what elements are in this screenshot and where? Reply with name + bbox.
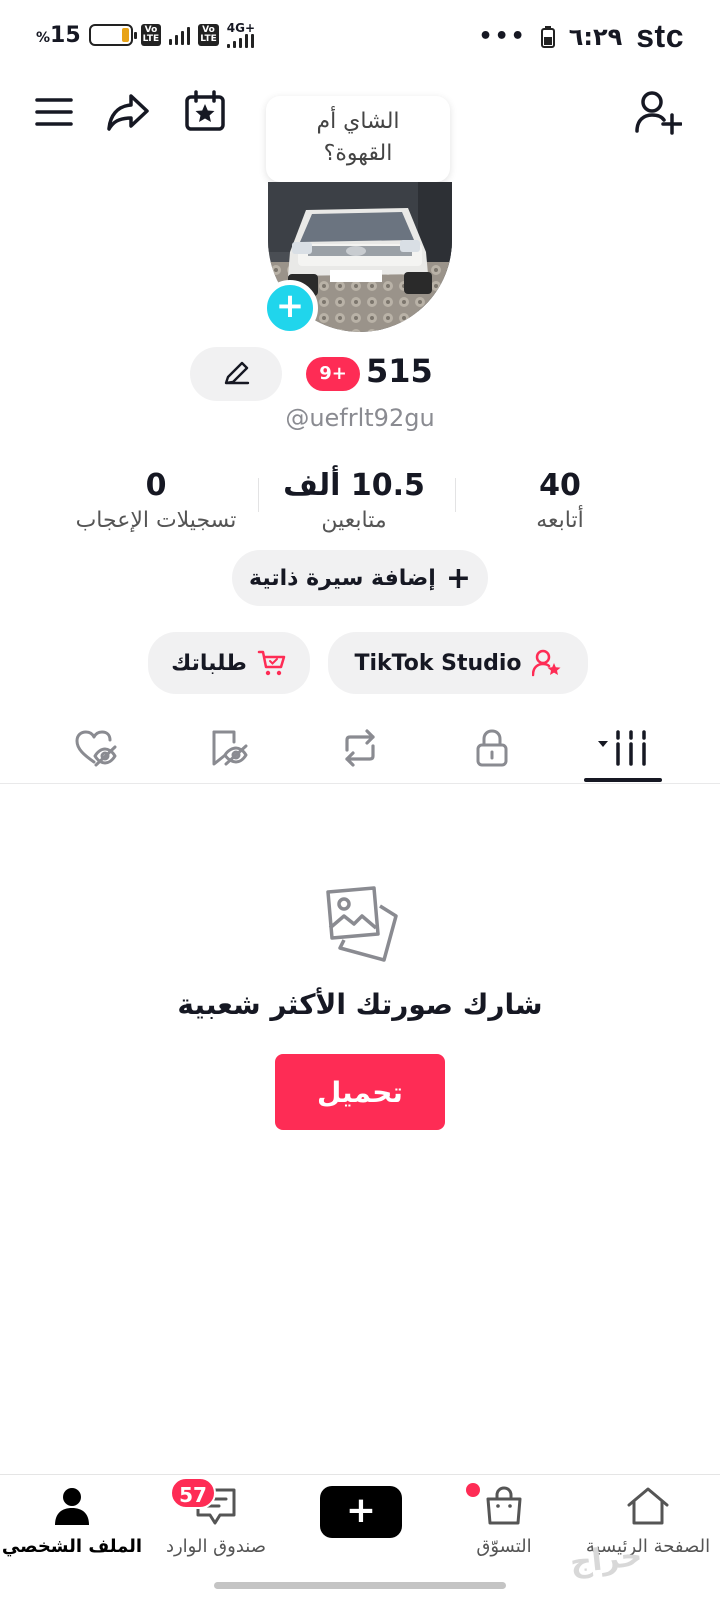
signal-icon: [169, 25, 191, 45]
following-stat[interactable]: 40 أتابعه: [460, 466, 660, 536]
home-icon: [627, 1487, 669, 1525]
creator-star-icon: [531, 649, 561, 677]
level-badge: 9+: [306, 357, 360, 391]
status-bar: %15 Vo LTE Vo LTE 4G+ ••• ٦:٢٩ stc: [0, 0, 720, 72]
followers-count: 10.5 ألف: [283, 468, 425, 503]
tab-videos[interactable]: [564, 718, 684, 778]
username-handle: @uefrlt92gu: [285, 404, 435, 432]
share-icon[interactable]: [104, 90, 152, 134]
clock: ٦:٢٩: [568, 22, 623, 51]
grid-filter-icon: [598, 730, 646, 766]
likes-count: 0: [145, 468, 167, 503]
shopping-bag-icon: [486, 1486, 522, 1525]
nav-shop[interactable]: التسوّق: [432, 1485, 576, 1557]
status-left: %15 Vo LTE Vo LTE 4G+: [36, 22, 255, 48]
pencil-icon: [224, 361, 250, 385]
followers-label: متابعين: [321, 508, 387, 533]
inbox-badge: 57: [170, 1477, 216, 1509]
add-friend-icon[interactable]: [632, 88, 684, 136]
add-bio-label: إضافة سيرة ذاتية: [249, 565, 436, 591]
tiktok-studio-button[interactable]: TikTok Studio: [328, 632, 588, 694]
nav-profile[interactable]: الملف الشخصي: [0, 1485, 144, 1557]
empty-state-title: شارك صورتك الأكثر شعبية: [177, 988, 543, 1021]
add-bio-button[interactable]: + إضافة سيرة ذاتية: [232, 550, 488, 606]
create-button[interactable]: +: [315, 1486, 407, 1538]
nav-profile-label: الملف الشخصي: [1, 1536, 143, 1557]
nav-inbox-label: صندوق الوارد: [165, 1536, 267, 1557]
content-tabs: [0, 718, 720, 784]
home-indicator[interactable]: [214, 1582, 506, 1589]
battery-icon: [88, 24, 137, 46]
following-label: أتابعه: [536, 508, 584, 533]
profile-icon: [55, 1488, 89, 1525]
lock-icon: [476, 729, 508, 767]
likes-label: تسجيلات الإعجاب: [75, 508, 237, 533]
repost-icon: [345, 729, 375, 767]
likes-stat[interactable]: 0 تسجيلات الإعجاب: [56, 466, 256, 536]
bookmark-hidden-icon: [212, 730, 248, 766]
tab-reposts[interactable]: [300, 718, 420, 778]
nav-inbox[interactable]: صندوق الوارد: [144, 1485, 288, 1557]
tab-private[interactable]: [432, 718, 552, 778]
upload-button[interactable]: تحميل: [275, 1054, 445, 1130]
divider: [258, 478, 259, 512]
following-count: 40: [539, 468, 581, 503]
shop-notification-dot: [466, 1483, 480, 1497]
carrier-name: stc: [636, 18, 684, 54]
battery-charging-icon: [540, 25, 555, 48]
network-type-label: 4G+: [226, 21, 256, 35]
more-dots: •••: [478, 24, 527, 49]
status-right: ••• ٦:٢٩ stc: [479, 18, 684, 55]
tiktok-studio-label: TikTok Studio: [354, 650, 522, 676]
volte-icon: Vo LTE: [140, 24, 162, 46]
orders-button[interactable]: طلباتك: [148, 632, 310, 694]
menu-icon[interactable]: [32, 92, 76, 132]
heart-hidden-icon: [75, 730, 117, 767]
stats-row: 40 أتابعه 10.5 ألف متابعين 0 تسجيلات الإ…: [60, 466, 660, 536]
followers-stat[interactable]: 10.5 ألف متابعين: [254, 466, 454, 536]
battery-percent-label: %15: [36, 22, 81, 48]
plus-icon: +: [445, 560, 471, 596]
calendar-star-icon[interactable]: [182, 88, 228, 134]
score-value: 515: [366, 352, 433, 390]
cart-icon: [257, 650, 286, 676]
add-avatar-button[interactable]: +: [262, 280, 318, 336]
profile-note-bubble[interactable]: الشاي أم القهوة؟: [266, 96, 450, 182]
watermark: حراج: [568, 1538, 644, 1581]
signal-icon-2: [226, 34, 254, 48]
orders-label: طلباتك: [171, 650, 247, 676]
tab-favorites[interactable]: [168, 718, 288, 778]
plus-icon: +: [345, 1490, 377, 1531]
nav-shop-label: التسوّق: [476, 1536, 532, 1557]
tab-liked[interactable]: [36, 718, 156, 778]
active-tab-indicator: [584, 778, 662, 782]
volte-icon-2: Vo LTE: [198, 24, 219, 46]
edit-profile-button[interactable]: [190, 347, 282, 401]
photos-icon: [318, 882, 402, 970]
divider: [455, 478, 456, 512]
